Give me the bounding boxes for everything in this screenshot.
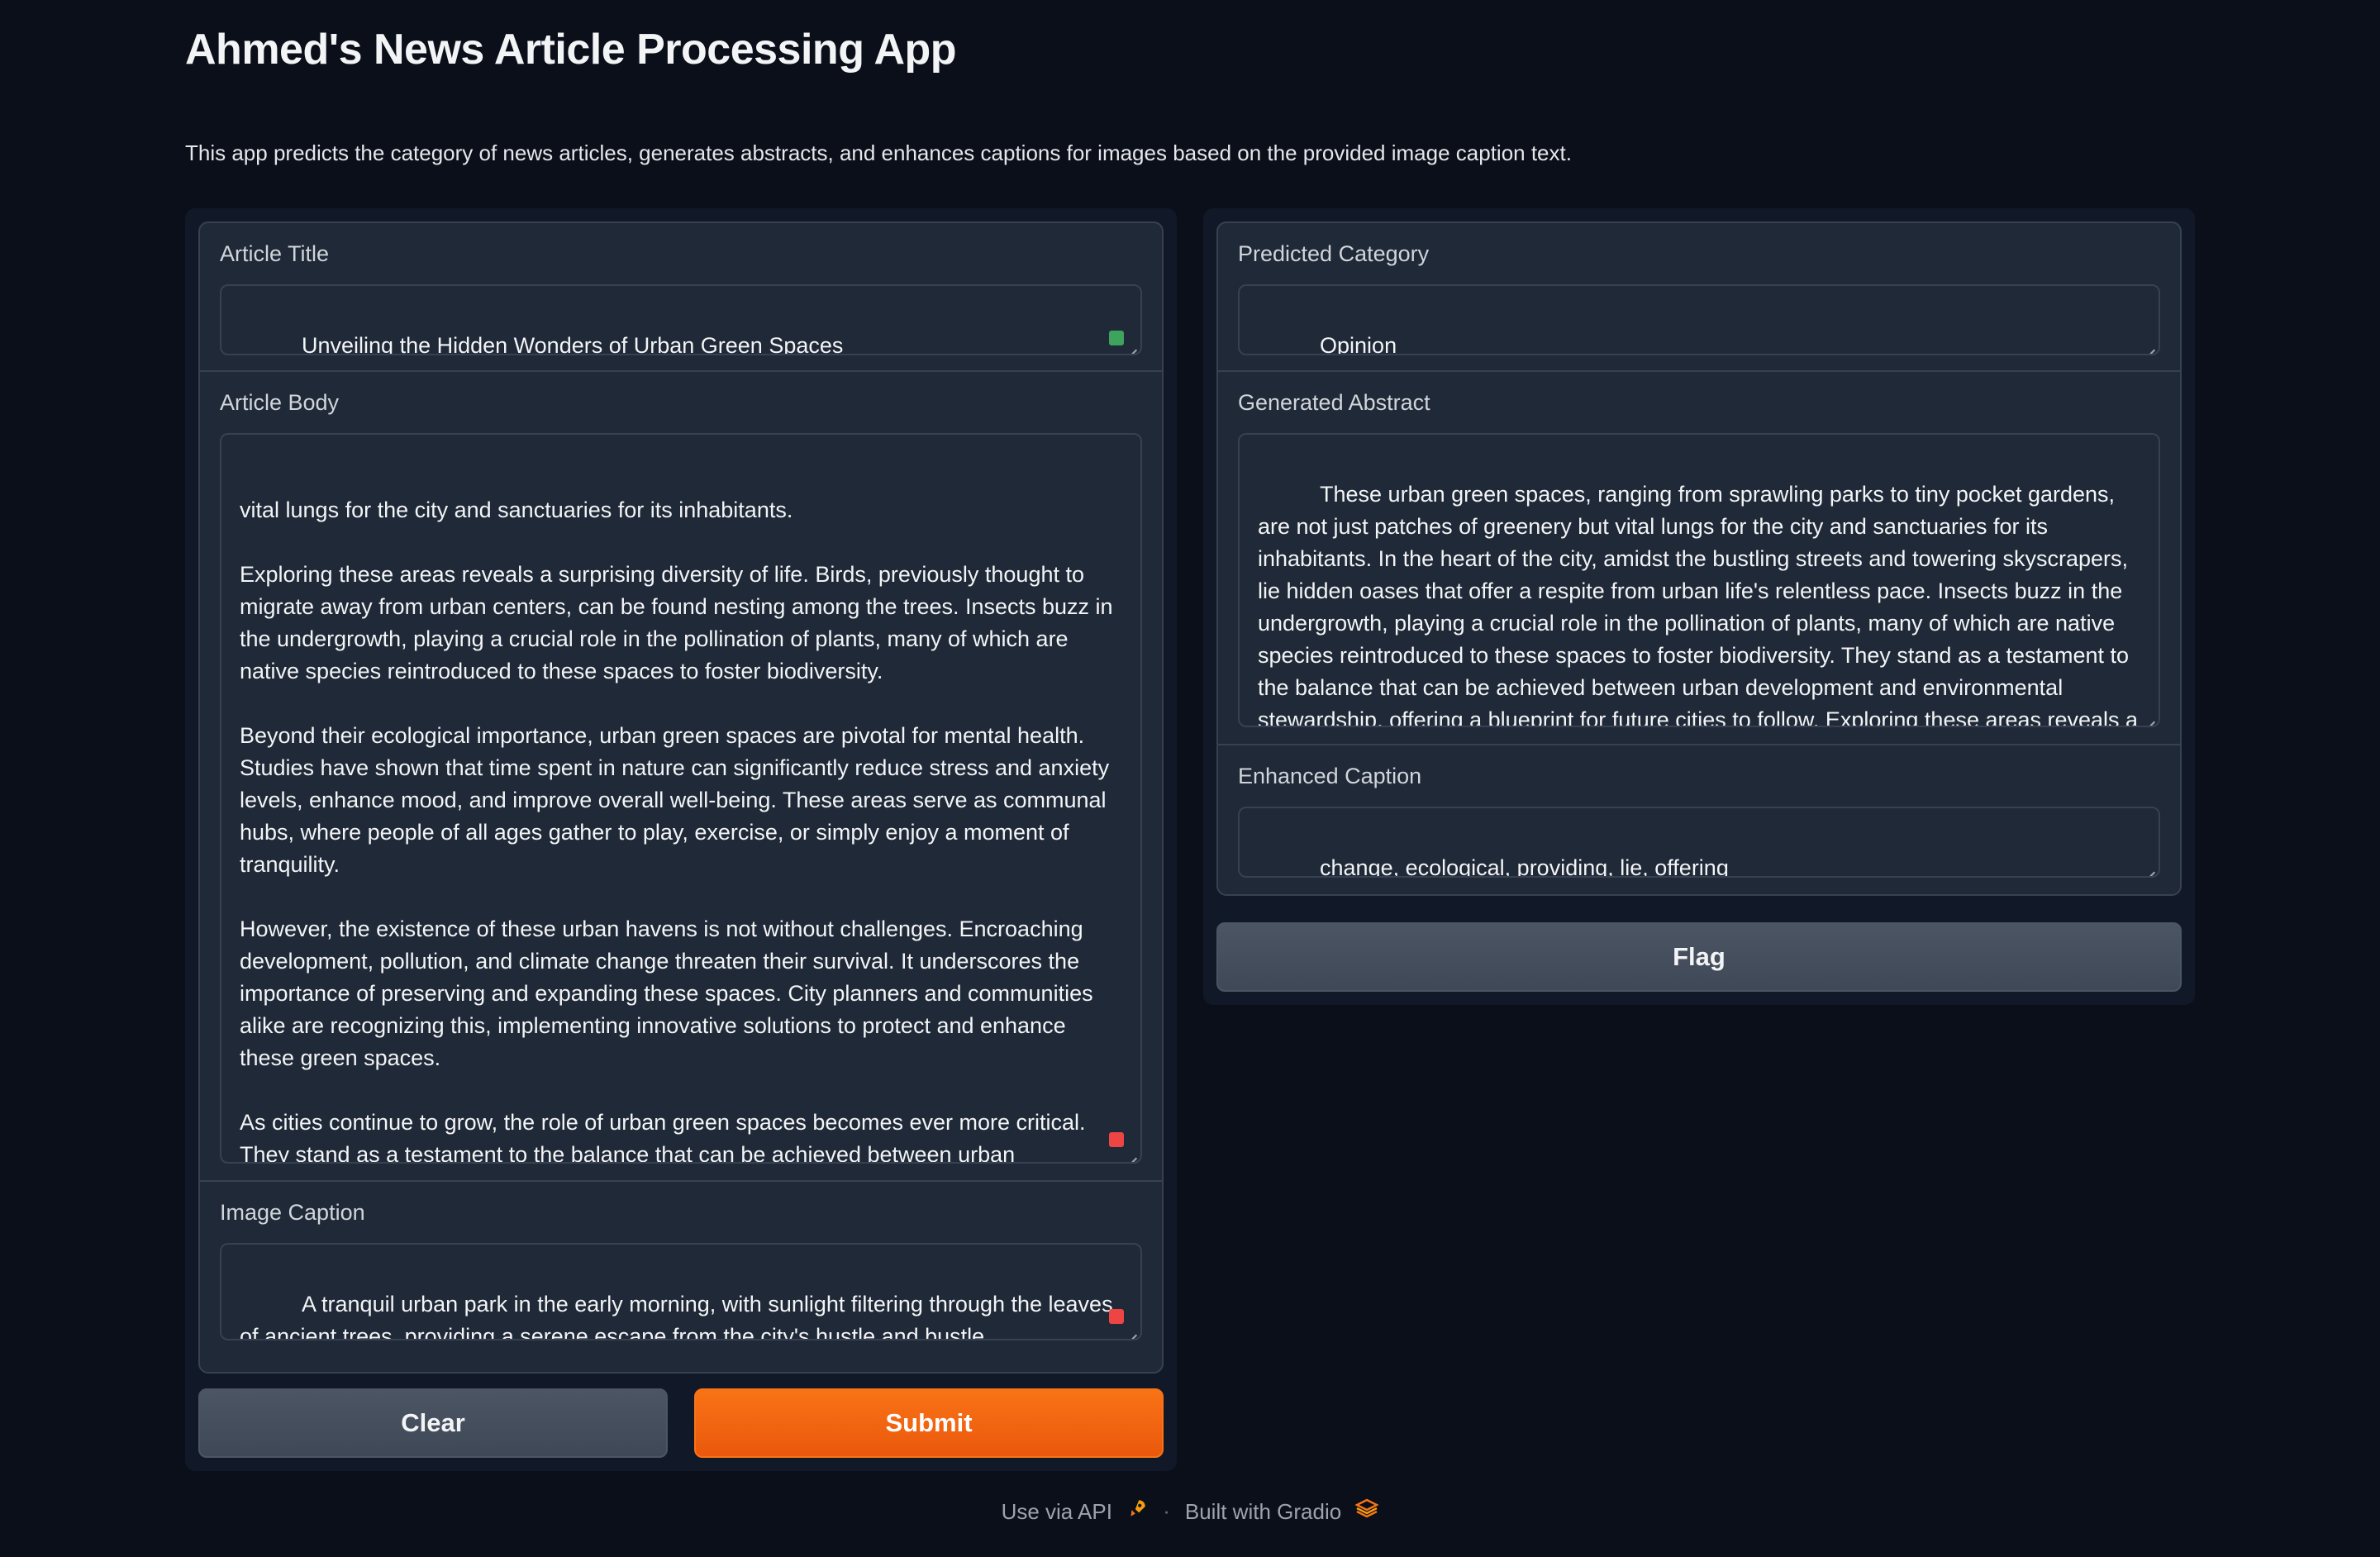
- resize-handle-icon[interactable]: [1127, 1326, 1137, 1336]
- output-group: Predicted Category Opinion Generated Abs…: [1216, 221, 2182, 896]
- footer: Use via API · Built with Gradio: [0, 1497, 2380, 1525]
- generated-abstract-value: These urban green spaces, ranging from s…: [1258, 482, 2139, 727]
- enhanced-caption-output[interactable]: change, ecological, providing, lie, offe…: [1238, 807, 2160, 878]
- generated-abstract-output[interactable]: These urban green spaces, ranging from s…: [1238, 433, 2160, 727]
- page-title: Ahmed's News Article Processing App: [185, 26, 957, 74]
- generated-abstract-block: Generated Abstract These urban green spa…: [1218, 372, 2180, 745]
- input-group: Article Title Unveiling the Hidden Wonde…: [198, 221, 1164, 1374]
- article-body-value: vital lungs for the city and sanctuaries…: [240, 498, 1113, 1164]
- use-via-api-label: Use via API: [1001, 1499, 1112, 1524]
- gradio-app: Ahmed's News Article Processing App This…: [0, 0, 2380, 1557]
- clear-button[interactable]: Clear: [198, 1388, 668, 1458]
- resize-handle-icon[interactable]: [1127, 1149, 1137, 1159]
- resize-handle-icon[interactable]: [2145, 863, 2155, 873]
- article-body-block: Article Body vital lungs for the city an…: [200, 372, 1162, 1182]
- predicted-category-output[interactable]: Opinion: [1238, 284, 2160, 355]
- use-via-api-link[interactable]: Use via API: [1002, 1497, 1149, 1525]
- input-column: Article Title Unveiling the Hidden Wonde…: [185, 208, 1177, 1471]
- enhanced-caption-value: change, ecological, providing, lie, offe…: [1320, 855, 1729, 878]
- enhanced-caption-label: Enhanced Caption: [1238, 764, 1422, 788]
- rocket-icon: [1130, 1500, 1145, 1517]
- flag-button[interactable]: Flag: [1216, 922, 2182, 992]
- grammar-ok-icon: [1109, 331, 1124, 345]
- footer-separator: ·: [1163, 1498, 1170, 1523]
- misspelled-word[interactable]: providing: [405, 1324, 496, 1339]
- image-caption-label: Image Caption: [220, 1200, 365, 1225]
- resize-handle-icon[interactable]: [2145, 712, 2155, 722]
- article-title-value: Unveiling the Hidden Wonders of Urban Gr…: [302, 333, 844, 355]
- article-title-label: Article Title: [220, 241, 330, 266]
- enhanced-caption-block: Enhanced Caption change, ecological, pro…: [1218, 745, 2180, 894]
- grammar-error-icon: [1109, 1309, 1124, 1324]
- built-with-gradio-link[interactable]: Built with Gradio: [1185, 1497, 1379, 1525]
- resize-handle-icon[interactable]: [2145, 340, 2155, 350]
- image-caption-value-end: a serene escape from the city's hustle a…: [495, 1324, 985, 1340]
- page-description: This app predicts the category of news a…: [185, 140, 1572, 165]
- predicted-category-label: Predicted Category: [1238, 241, 1430, 266]
- output-column: Predicted Category Opinion Generated Abs…: [1203, 208, 2195, 1005]
- built-with-gradio-label: Built with Gradio: [1184, 1499, 1342, 1524]
- gradio-logo-icon: [1355, 1498, 1379, 1518]
- predicted-category-value: Opinion: [1320, 333, 1397, 355]
- resize-handle-icon[interactable]: [1127, 340, 1137, 350]
- article-body-input[interactable]: vital lungs for the city and sanctuaries…: [220, 433, 1142, 1164]
- submit-button[interactable]: Submit: [694, 1388, 1164, 1458]
- predicted-category-block: Predicted Category Opinion: [1218, 223, 2180, 372]
- generated-abstract-label: Generated Abstract: [1238, 390, 1430, 415]
- article-title-block: Article Title Unveiling the Hidden Wonde…: [200, 223, 1162, 372]
- image-caption-block: Image Caption A tranquil urban park in t…: [200, 1182, 1162, 1372]
- article-title-input[interactable]: Unveiling the Hidden Wonders of Urban Gr…: [220, 284, 1142, 355]
- article-body-label: Article Body: [220, 390, 340, 415]
- grammar-error-icon: [1109, 1132, 1124, 1147]
- image-caption-input[interactable]: A tranquil urban park in the early morni…: [220, 1243, 1142, 1340]
